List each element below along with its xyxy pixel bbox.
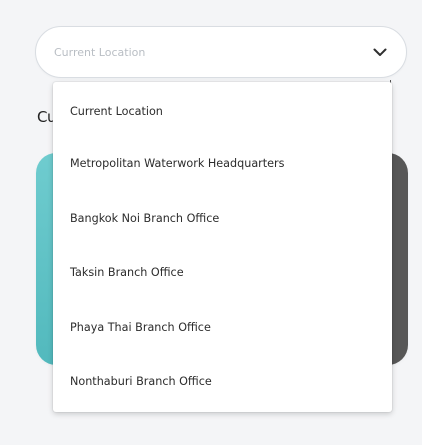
location-select[interactable]: Current Location — [35, 26, 407, 78]
dropdown-option[interactable]: Phaya Thai Branch Office — [53, 306, 392, 361]
page: Cu Current Location Current Location Met… — [0, 0, 422, 445]
dropdown-option[interactable]: Current Location — [53, 92, 392, 142]
location-dropdown-list: Current Location Metropolitan Waterwork … — [53, 82, 392, 412]
card-edge — [392, 153, 408, 365]
dropdown-option[interactable]: Taksin Branch Office — [53, 251, 392, 306]
chevron-down-icon[interactable] — [372, 46, 388, 58]
location-select-placeholder: Current Location — [54, 45, 146, 59]
dropdown-option[interactable]: Nonthaburi Branch Office — [53, 360, 392, 415]
card-accent-stripe — [36, 153, 54, 365]
dropdown-option[interactable]: Bangkok Noi Branch Office — [53, 197, 392, 252]
dropdown-option[interactable]: Metropolitan Waterwork Headquarters — [53, 142, 392, 197]
